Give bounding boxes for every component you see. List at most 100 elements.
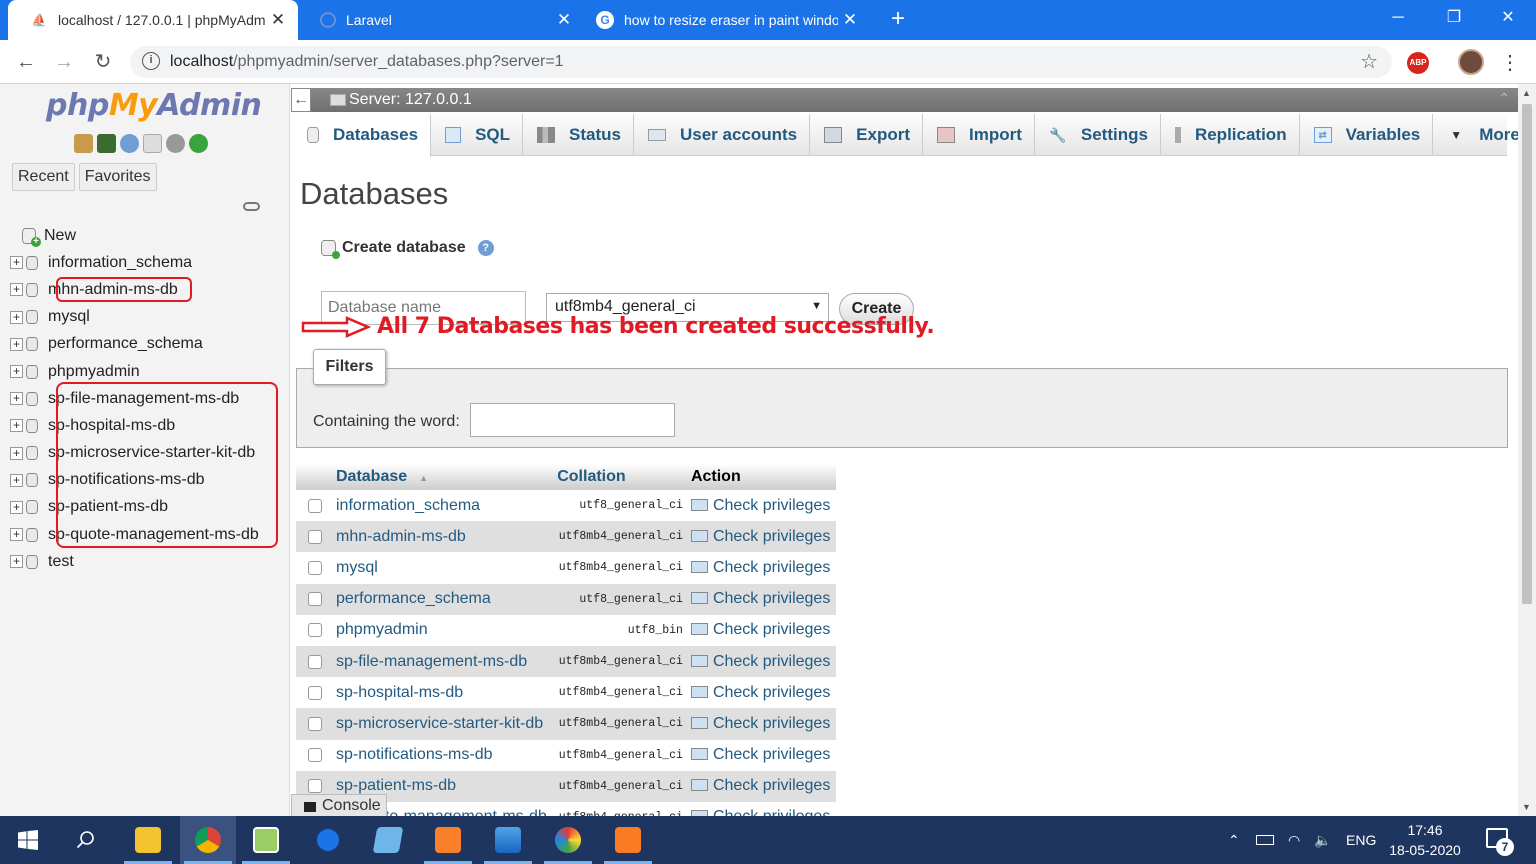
browser-tab-phpmyadmin[interactable]: ⛵ localhost / 127.0.0.1 | phpMyAdmin ✕ — [8, 0, 298, 40]
sublime-taskbar-button[interactable] — [420, 816, 476, 864]
table-row[interactable]: sp-hospital-ms-db utf8mb4_general_ci Check… — [296, 677, 836, 709]
row-checkbox[interactable] — [308, 592, 322, 607]
expand-icon[interactable]: + — [10, 419, 23, 433]
url-field[interactable]: i localhost/phpmyadmin/server_databases.… — [130, 46, 1392, 78]
tab-export[interactable]: Export — [810, 114, 923, 156]
database-name-link[interactable]: sp-hospital-ms-db — [332, 677, 554, 709]
search-button[interactable] — [58, 816, 114, 864]
help-icon[interactable]: ? — [477, 240, 494, 256]
server-link[interactable]: Server: 127.0.0.1 — [349, 91, 472, 109]
bookmark-star-icon[interactable]: ☆ — [1360, 49, 1378, 74]
browser-tab-laravel[interactable]: Laravel ✕ — [298, 0, 584, 40]
check-privileges-link[interactable]: Check privileges — [686, 552, 836, 584]
page-scrollbar[interactable]: ▲ ▼ — [1518, 84, 1536, 816]
check-privileges-link[interactable]: Check privileges — [686, 614, 836, 646]
filter-input[interactable] — [470, 403, 675, 437]
row-checkbox[interactable] — [308, 623, 322, 638]
tab-settings[interactable]: 🔧 Settings — [1035, 114, 1161, 156]
file-explorer-taskbar-button[interactable] — [120, 816, 176, 864]
tab-databases[interactable]: Databases — [293, 114, 432, 157]
tree-item[interactable]: + test — [8, 548, 288, 575]
photos-taskbar-button[interactable] — [480, 816, 536, 864]
table-row[interactable]: mysql utf8mb4_general_ci Check privileges — [296, 552, 836, 584]
tab-replication[interactable]: Replication — [1161, 114, 1300, 156]
database-name-link[interactable]: mysql — [332, 552, 554, 584]
tree-item-label[interactable]: mysql — [48, 308, 90, 326]
recent-tab[interactable]: Recent — [12, 163, 75, 191]
check-privileges-link[interactable]: Check privileges — [686, 677, 836, 709]
tree-item[interactable]: + performance_schema — [8, 331, 288, 358]
minimize-button[interactable]: ─ — [1372, 0, 1424, 40]
close-icon[interactable]: ✕ — [838, 10, 862, 30]
expand-icon[interactable]: + — [10, 392, 23, 406]
expand-icon[interactable]: + — [10, 365, 23, 379]
table-row[interactable]: sp-microservice-starter-kit-db utf8mb4_ge… — [296, 708, 836, 740]
table-row[interactable]: information_schema utf8_general_ci Check p… — [296, 490, 836, 522]
database-name-link[interactable]: phpmyadmin — [332, 614, 554, 646]
row-checkbox[interactable] — [308, 779, 322, 794]
scroll-down-arrow-icon[interactable]: ▼ — [1522, 802, 1531, 812]
row-checkbox[interactable] — [308, 498, 322, 513]
profile-avatar[interactable] — [1458, 49, 1484, 75]
database-name-link[interactable]: sp-notifications-ms-db — [332, 739, 554, 771]
table-row[interactable]: mhn-admin-ms-db utf8mb4_general_ci Check p… — [296, 521, 836, 553]
back-button[interactable]: ← — [12, 48, 40, 76]
database-name-link[interactable]: performance_schema — [332, 583, 554, 615]
scroll-up-arrow-icon[interactable]: ▲ — [1522, 88, 1531, 98]
notepad-taskbar-button[interactable] — [360, 816, 416, 864]
tab-sql[interactable]: SQL — [431, 114, 524, 156]
browser-menu-icon[interactable]: ⋮ — [1500, 50, 1520, 75]
phpmyadmin-logo[interactable]: phpMyAdmin — [46, 88, 262, 123]
check-privileges-link[interactable]: Check privileges — [686, 583, 836, 615]
logout-icon[interactable] — [97, 134, 116, 153]
system-clock[interactable]: 17:46 18-05-2020 — [1382, 820, 1468, 860]
tree-item[interactable]: + mysql — [8, 304, 288, 331]
expand-icon[interactable]: + — [10, 310, 23, 324]
close-icon[interactable]: ✕ — [266, 10, 290, 30]
tab-user-accounts[interactable]: User accounts — [634, 114, 811, 156]
reload-nav-icon[interactable] — [189, 134, 208, 153]
tab-more[interactable]: ▼ More — [1433, 114, 1518, 156]
check-privileges-link[interactable]: Check privileges — [686, 739, 836, 771]
row-checkbox[interactable] — [308, 716, 322, 731]
check-privileges-link[interactable]: Check privileges — [686, 490, 836, 522]
check-privileges-link[interactable]: Check privileges — [686, 801, 836, 816]
tree-item-label[interactable]: phpmyadmin — [48, 363, 140, 381]
wifi-icon[interactable]: ◠ — [1288, 816, 1300, 864]
help-icon[interactable] — [120, 134, 139, 153]
tab-variables[interactable]: ⇄ Variables — [1300, 114, 1434, 156]
check-privileges-link[interactable]: Check privileges — [686, 770, 836, 802]
database-column-header[interactable]: Database ▲ — [332, 464, 554, 490]
chrome-taskbar-button[interactable] — [180, 816, 236, 864]
tree-item-label[interactable]: performance_schema — [48, 335, 203, 353]
tab-status[interactable]: Status — [523, 114, 634, 156]
maps-taskbar-button[interactable] — [300, 816, 356, 864]
expand-icon[interactable]: + — [10, 283, 23, 297]
language-indicator[interactable]: ENG — [1346, 816, 1376, 864]
row-checkbox[interactable] — [308, 685, 322, 700]
docs-icon[interactable] — [143, 134, 162, 153]
scrollbar-thumb[interactable] — [1522, 104, 1532, 604]
adblock-extension-icon[interactable]: ABP — [1407, 52, 1429, 74]
restore-button[interactable]: ❐ — [1428, 0, 1480, 40]
volume-icon[interactable]: 🔈 — [1314, 816, 1331, 864]
row-checkbox[interactable] — [308, 748, 322, 763]
xampp-taskbar-button[interactable] — [600, 816, 656, 864]
check-privileges-link[interactable]: Check privileges — [686, 521, 836, 553]
start-button[interactable] — [0, 816, 56, 864]
collapse-nav-arrow-icon[interactable]: ← — [291, 88, 311, 112]
table-row[interactable]: performance_schema utf8_general_ci Check p… — [296, 583, 836, 615]
expand-icon[interactable]: + — [10, 446, 23, 460]
console-toggle[interactable]: Console — [291, 794, 387, 816]
gear-icon[interactable] — [166, 134, 185, 153]
forward-button[interactable]: → — [50, 48, 78, 76]
table-row[interactable]: phpmyadmin utf8_bin Check privileges — [296, 614, 836, 646]
expand-icon[interactable]: + — [10, 473, 23, 487]
expand-icon[interactable]: + — [10, 555, 23, 569]
collation-column-header[interactable]: Collation — [553, 464, 687, 490]
browser-tab-google[interactable]: G how to resize eraser in paint windows … — [584, 0, 870, 40]
info-icon[interactable]: i — [142, 52, 160, 70]
tree-item-new[interactable]: New — [8, 222, 288, 249]
favorites-tab[interactable]: Favorites — [78, 163, 157, 191]
expand-icon[interactable]: + — [10, 256, 23, 270]
